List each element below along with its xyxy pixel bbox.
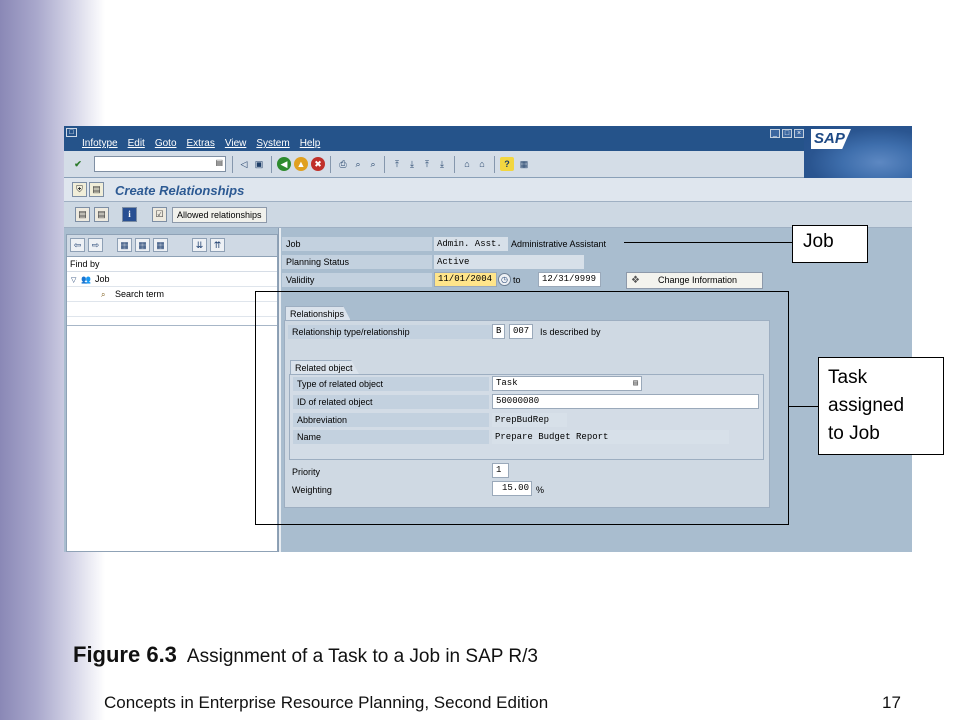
menu-extras[interactable]: Extras	[187, 138, 215, 149]
validity-to-label: to	[513, 275, 521, 285]
job-abbr-value: Admin. Asst.	[434, 237, 508, 251]
help-icon[interactable]: ?	[500, 157, 514, 171]
task-callout-line3: to Job	[828, 423, 880, 444]
sap-logo-area: SAP	[804, 126, 912, 178]
grid-icon[interactable]: ▦	[117, 238, 132, 252]
menu-infotype[interactable]: Infotype	[82, 138, 118, 149]
menu-system[interactable]: System	[256, 138, 289, 149]
task-callout-line	[789, 406, 818, 407]
toolbar-separator	[330, 156, 331, 173]
history-icon[interactable]: ◁	[237, 157, 251, 171]
job-group-icon: 👥	[81, 275, 91, 284]
document-icon[interactable]: ▤	[89, 182, 104, 197]
figure-caption-text: Assignment of a Task to a Job in SAP R/3	[186, 646, 538, 667]
save-icon[interactable]: ▣	[252, 157, 266, 171]
previous-page-icon[interactable]: ⤓	[405, 157, 419, 171]
task-callout-line1: Task	[828, 367, 868, 388]
calendar-icon[interactable]: ◷	[498, 273, 511, 286]
shortcut-icon[interactable]: ⌂	[475, 157, 489, 171]
tree-item-label: Job	[95, 274, 110, 284]
toolbar-separator	[494, 156, 495, 173]
planning-status-value: Active	[434, 255, 584, 269]
overview-icon[interactable]: ▤	[75, 207, 90, 222]
cancel-icon[interactable]: ✖	[311, 157, 325, 171]
task-callout: Task assigned to Job	[818, 357, 944, 455]
expand-all-icon[interactable]: ⇊	[192, 238, 207, 252]
last-page-icon[interactable]: ⤓	[435, 157, 449, 171]
window-controls: _ □ ×	[770, 129, 804, 138]
toolbar-separator	[454, 156, 455, 173]
object-manager-toolbar: ⇦ ⇨ ▦ ▦ ▦ ⇊ ⇈	[67, 235, 277, 257]
exit-icon[interactable]: ▲	[294, 157, 308, 171]
system-menu-icon[interactable]: □	[66, 128, 77, 137]
command-field[interactable]: ▤	[94, 156, 226, 172]
tree-empty-row	[67, 302, 277, 317]
menu-help[interactable]: Help	[300, 138, 321, 149]
tree-item-label: Search term	[115, 289, 165, 299]
title-bar: ⛨ ▤ Create Relationships	[64, 178, 912, 202]
footer-book-title: Concepts in Enterprise Resource Planning…	[104, 693, 549, 712]
change-information-label: Change Information	[658, 275, 738, 285]
first-page-icon[interactable]: ⤒	[390, 157, 404, 171]
job-callout-text: Job	[803, 231, 834, 252]
collapse-all-icon[interactable]: ⇈	[210, 238, 225, 252]
minimize-icon[interactable]: _	[770, 129, 780, 138]
tree-item-search-term[interactable]: ⌕ Search term	[67, 287, 277, 302]
menu-items: Infotype Edit Goto Extras View System He…	[82, 138, 320, 149]
title-icons: ⛨ ▤	[72, 182, 104, 197]
enter-icon[interactable]: ✔	[71, 157, 85, 171]
layout-menu-icon[interactable]: ▦	[517, 157, 531, 171]
toolbar-separator	[271, 156, 272, 173]
page-title: Create Relationships	[115, 183, 245, 198]
figure-number: Figure 6.3	[73, 642, 177, 667]
validity-from-input[interactable]: 11/01/2004	[434, 272, 497, 287]
menu-bar: □ Infotype Edit Goto Extras View System …	[64, 126, 912, 151]
back-icon[interactable]: ◀	[277, 157, 291, 171]
find-icon[interactable]: ⌕	[351, 157, 365, 171]
footer-page-number: 17	[882, 693, 901, 712]
menu-view[interactable]: View	[225, 138, 247, 149]
edit-checklist-icon[interactable]: ☑	[152, 207, 167, 222]
job-callout: Job	[792, 225, 868, 263]
figure-caption: Figure 6.3 Assignment of a Task to a Job…	[73, 642, 538, 668]
toolbar-separator	[232, 156, 233, 173]
grid-icon[interactable]: ▦	[153, 238, 168, 252]
create-session-icon[interactable]: ⌂	[460, 157, 474, 171]
allowed-relationships-button[interactable]: Allowed relationships	[172, 207, 267, 223]
arrow-left-icon[interactable]: ⇦	[70, 238, 85, 252]
tree-toggle-icon[interactable]: ▽	[71, 273, 81, 288]
task-callout-line2: assigned	[828, 395, 905, 416]
find-next-icon[interactable]: ⌕	[366, 157, 380, 171]
arrow-right-icon[interactable]: ⇨	[88, 238, 103, 252]
selection-area	[67, 325, 277, 551]
standard-toolbar: ✔ ▤ ◁ ▣ ◀ ▲ ✖ ⎙ ⌕ ⌕ ⤒ ⤓ ⤒ ⤓ ⌂ ⌂ ? ▦	[64, 151, 804, 178]
sap-logo: SAP	[811, 129, 851, 149]
next-page-icon[interactable]: ⤒	[420, 157, 434, 171]
highlight-rectangle	[255, 291, 789, 525]
maximize-icon[interactable]: □	[782, 129, 792, 138]
menu-edit[interactable]: Edit	[128, 138, 145, 149]
job-label: Job	[282, 237, 432, 251]
find-by-header: Find by	[67, 257, 277, 272]
close-icon[interactable]: ×	[794, 129, 804, 138]
validity-to-input[interactable]: 12/31/9999	[538, 272, 601, 287]
grid-icon[interactable]: ▦	[135, 238, 150, 252]
tree-item-job[interactable]: ▽ 👥 Job	[67, 272, 277, 287]
application-toolbar: ▤ ▤ i ☑ Allowed relationships	[64, 202, 912, 228]
job-callout-line	[624, 242, 792, 243]
change-information-button[interactable]: ❖ Change Information	[626, 272, 763, 289]
planning-status-label: Planning Status	[282, 255, 432, 269]
command-dropdown-icon[interactable]: ▤	[215, 158, 223, 167]
org-unit-icon[interactable]: ⛨	[72, 182, 87, 197]
glasses-icon: ❖	[631, 275, 640, 286]
info-icon[interactable]: i	[122, 207, 137, 222]
object-manager-panel: ⇦ ⇨ ▦ ▦ ▦ ⇊ ⇈ Find by ▽ 👥 Job ⌕ Search term	[66, 234, 278, 552]
menu-goto[interactable]: Goto	[155, 138, 177, 149]
print-icon[interactable]: ⎙	[336, 157, 350, 171]
validity-label: Validity	[282, 273, 432, 287]
list-icon[interactable]: ▤	[94, 207, 109, 222]
binoculars-icon: ⌕	[101, 290, 106, 299]
toolbar-separator	[384, 156, 385, 173]
job-name-value: Administrative Assistant	[511, 239, 607, 249]
